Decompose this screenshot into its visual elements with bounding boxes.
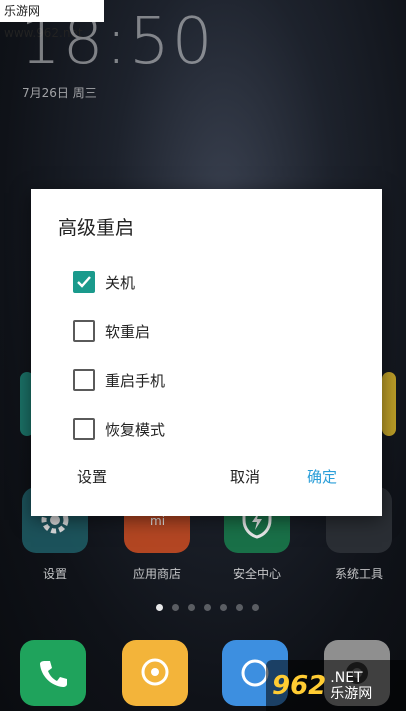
- option-label: 重启手机: [105, 371, 166, 390]
- watermark-sitename: 乐游网: [330, 685, 373, 702]
- watermark-text: .NET 乐游网: [330, 670, 372, 702]
- page-dot: [188, 604, 195, 611]
- app-label: 设置: [42, 567, 67, 581]
- checkbox[interactable]: [73, 418, 95, 440]
- advanced-reboot-dialog: 高级重启 关机 软重启 重启手机 恢复模式 设置 取消 确定: [31, 189, 382, 516]
- checkbox[interactable]: [73, 369, 95, 391]
- phone-icon[interactable]: [20, 640, 86, 706]
- option-label: 软重启: [105, 322, 151, 341]
- watermark-bottom: 962 .NET 乐游网: [266, 660, 406, 711]
- option-reboot-phone[interactable]: 重启手机: [73, 367, 165, 393]
- option-label: 恢复模式: [105, 420, 166, 439]
- check-icon: [77, 276, 91, 288]
- option-shutdown[interactable]: 关机: [73, 269, 135, 295]
- message-icon[interactable]: [122, 640, 188, 706]
- watermark-suffix: .NET: [330, 669, 363, 686]
- checkbox-checked[interactable]: [73, 271, 95, 293]
- page-indicator: [156, 604, 259, 611]
- background-card: [382, 372, 396, 436]
- app-label: 应用商店: [132, 567, 181, 581]
- page-dot: [220, 604, 227, 611]
- option-soft-reboot[interactable]: 软重启: [73, 318, 150, 344]
- page-dot: [252, 604, 259, 611]
- page-dot: [236, 604, 243, 611]
- lock-clock: 18:50: [20, 5, 215, 79]
- settings-button[interactable]: 设置: [77, 465, 107, 489]
- cancel-button[interactable]: 取消: [230, 465, 260, 489]
- page-dot: [204, 604, 211, 611]
- page-dot: [172, 604, 179, 611]
- option-label: 关机: [105, 273, 136, 292]
- option-recovery-mode[interactable]: 恢复模式: [73, 416, 165, 442]
- dialog-title: 高级重启: [58, 217, 135, 239]
- app-label: 安全中心: [232, 567, 281, 581]
- page-dot: [156, 604, 163, 611]
- lock-date: 7月26日 周三: [22, 86, 97, 100]
- confirm-button[interactable]: 确定: [307, 465, 337, 489]
- watermark-number: 962: [272, 670, 327, 701]
- app-label: 系统工具: [334, 567, 383, 581]
- checkbox[interactable]: [73, 320, 95, 342]
